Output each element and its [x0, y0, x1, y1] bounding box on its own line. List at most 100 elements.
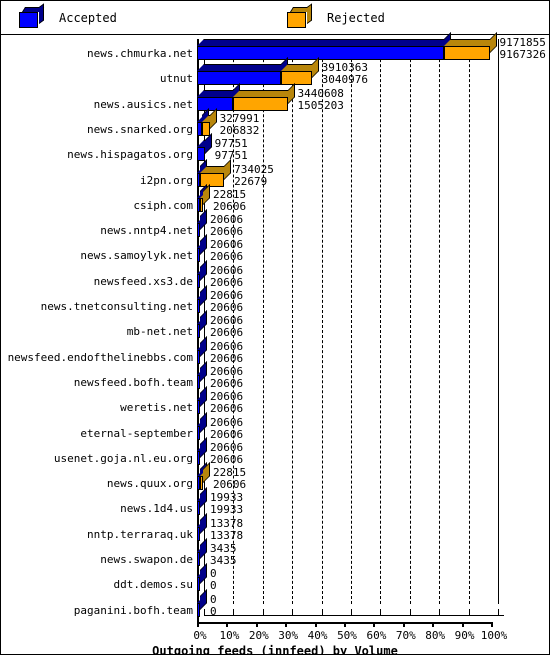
category-label: newsfeed.bofh.team	[73, 375, 193, 389]
value-accepted: 20606	[210, 339, 244, 353]
bar-row: i2pn.org 734025 22679	[1, 158, 549, 189]
bar-segment-rejected	[443, 32, 497, 60]
value-accepted: 9171855	[499, 36, 546, 49]
bar-value-labels: 22815 20606	[213, 189, 246, 212]
x-axis-back-line	[204, 615, 504, 616]
bar-row: news.chmurka.net 9171855 9167326	[1, 32, 549, 62]
value-accepted: 20606	[210, 263, 244, 277]
x-tick-label: 90%	[454, 629, 475, 642]
bar-value-labels: 20606 20606	[210, 417, 243, 440]
bar-segment-accepted	[197, 32, 451, 60]
bar-segment-accepted	[197, 285, 207, 313]
bar-value-labels: 3910363 3040976	[322, 62, 368, 85]
bar-segment-accepted	[197, 588, 207, 617]
bar-value-labels: 13378 13378	[210, 518, 243, 541]
bar-segment-accepted	[197, 360, 207, 389]
chart-container: Accepted Rejected news.chmurka.net 917185…	[0, 0, 550, 655]
x-tick-mark	[402, 622, 405, 627]
category-label: news.swapon.de	[100, 553, 193, 566]
category-label: usenet.goja.nl.eu.org	[53, 451, 193, 465]
x-tick-label: 30%	[278, 629, 299, 642]
bar-row: news.snarked.org 327991 206832	[1, 107, 549, 138]
bar-segment-accepted	[197, 133, 212, 162]
bar-segment-rejected	[201, 107, 217, 136]
legend-label-accepted: Accepted	[59, 11, 117, 25]
category-label: paganini.bofh.team	[73, 603, 193, 617]
x-tick-mark-back	[292, 609, 294, 615]
bar-value-labels: 20606 20606	[210, 366, 243, 389]
x-tick-mark	[461, 622, 464, 627]
bar-value-labels: 20606 20606	[210, 442, 243, 465]
category-label: i2pn.org	[140, 173, 193, 187]
bar-value-labels: 9171855 9167326	[500, 37, 546, 60]
value-accepted: 0	[210, 567, 217, 581]
x-tick-label: 80%	[425, 629, 446, 642]
bar-value-labels: 22815 20606	[213, 467, 246, 490]
value-rejected: 3040976	[321, 73, 369, 87]
category-label: news.quux.org	[106, 477, 193, 491]
bar-segment-accepted	[197, 335, 207, 364]
value-accepted: 0	[210, 592, 217, 606]
value-rejected: 20606	[210, 351, 244, 365]
x-tick-mark-back	[204, 609, 205, 615]
value-accepted: 20606	[210, 415, 244, 429]
category-label: newsfeed.endofthelinebbs.com	[7, 350, 193, 364]
bar-segment-rejected	[232, 82, 295, 111]
category-label: news.1d4.us	[120, 502, 193, 516]
x-tick-mark	[255, 622, 258, 627]
bar-segment-accepted	[197, 538, 207, 566]
category-label: mb-net.net	[126, 325, 193, 339]
bar-value-labels: 20606 20606	[210, 391, 243, 414]
bar-value-labels: 20606 20606	[210, 290, 243, 313]
value-accepted: 13378	[210, 516, 244, 530]
category-label: csiph.com	[133, 198, 193, 212]
value-accepted: 19933	[210, 491, 244, 505]
value-rejected: 20606	[210, 376, 244, 390]
cube-icon-accepted	[19, 3, 45, 29]
bar-row: mb-net.net 20606 20606	[1, 310, 549, 340]
value-accepted: 20606	[210, 289, 244, 302]
category-label: news.hispagatos.org	[67, 148, 193, 162]
value-accepted: 20606	[210, 390, 244, 404]
bar-value-labels: 327991 206832	[220, 113, 260, 136]
value-rejected: 1505203	[297, 98, 344, 112]
value-accepted: 327991	[219, 111, 260, 125]
bar-segment-accepted	[197, 209, 207, 238]
bar-row: csiph.com 22815 20606	[1, 183, 549, 214]
value-rejected: 9167326	[499, 48, 546, 61]
bar-segment-accepted	[197, 436, 207, 465]
x-tick-mark-back	[498, 609, 499, 615]
value-accepted: 20606	[210, 213, 244, 227]
x-tick-label: 40%	[307, 629, 328, 642]
bar-segment-accepted	[197, 512, 207, 541]
legend-item-accepted: Accepted	[19, 3, 117, 30]
category-label: utnut	[159, 72, 193, 86]
plot-area: news.chmurka.net 9171855 9167326 utnut 39103…	[1, 32, 549, 654]
x-tick-mark-back	[321, 609, 323, 615]
x-tick-mark	[432, 622, 435, 627]
value-accepted: 3910363	[321, 61, 369, 75]
x-tick-mark-back	[468, 609, 470, 615]
x-tick-mark-back	[439, 609, 441, 615]
value-accepted: 97751	[214, 137, 248, 151]
chart-legend: Accepted Rejected	[1, 1, 549, 35]
x-tick-label: 100%	[480, 629, 508, 642]
value-rejected: 20606	[210, 301, 244, 314]
legend-item-rejected: Rejected	[287, 3, 385, 30]
value-accepted: 734025	[234, 162, 274, 176]
bar-row: newsfeed.xs3.de 20606 20606	[1, 259, 549, 290]
bar-segment-rejected	[280, 57, 319, 86]
category-label: newsfeed.xs3.de	[93, 274, 193, 288]
value-accepted: 20606	[210, 314, 244, 328]
value-rejected: 19933	[210, 503, 244, 517]
value-accepted: 22815	[213, 187, 247, 201]
bar-row: news.hispagatos.org 97751 97751	[1, 133, 549, 163]
value-accepted: 20606	[210, 238, 244, 252]
bar-segment-rejected	[200, 462, 210, 491]
bar-row: news.samoylyk.net 20606 20606	[1, 234, 549, 264]
bar-value-labels: 20606 20606	[210, 315, 243, 338]
bar-segment-accepted	[197, 310, 207, 339]
category-label: news.chmurka.net	[87, 47, 193, 60]
value-accepted: 3440608	[297, 86, 344, 100]
bar-value-labels: 20606 20606	[210, 239, 243, 262]
